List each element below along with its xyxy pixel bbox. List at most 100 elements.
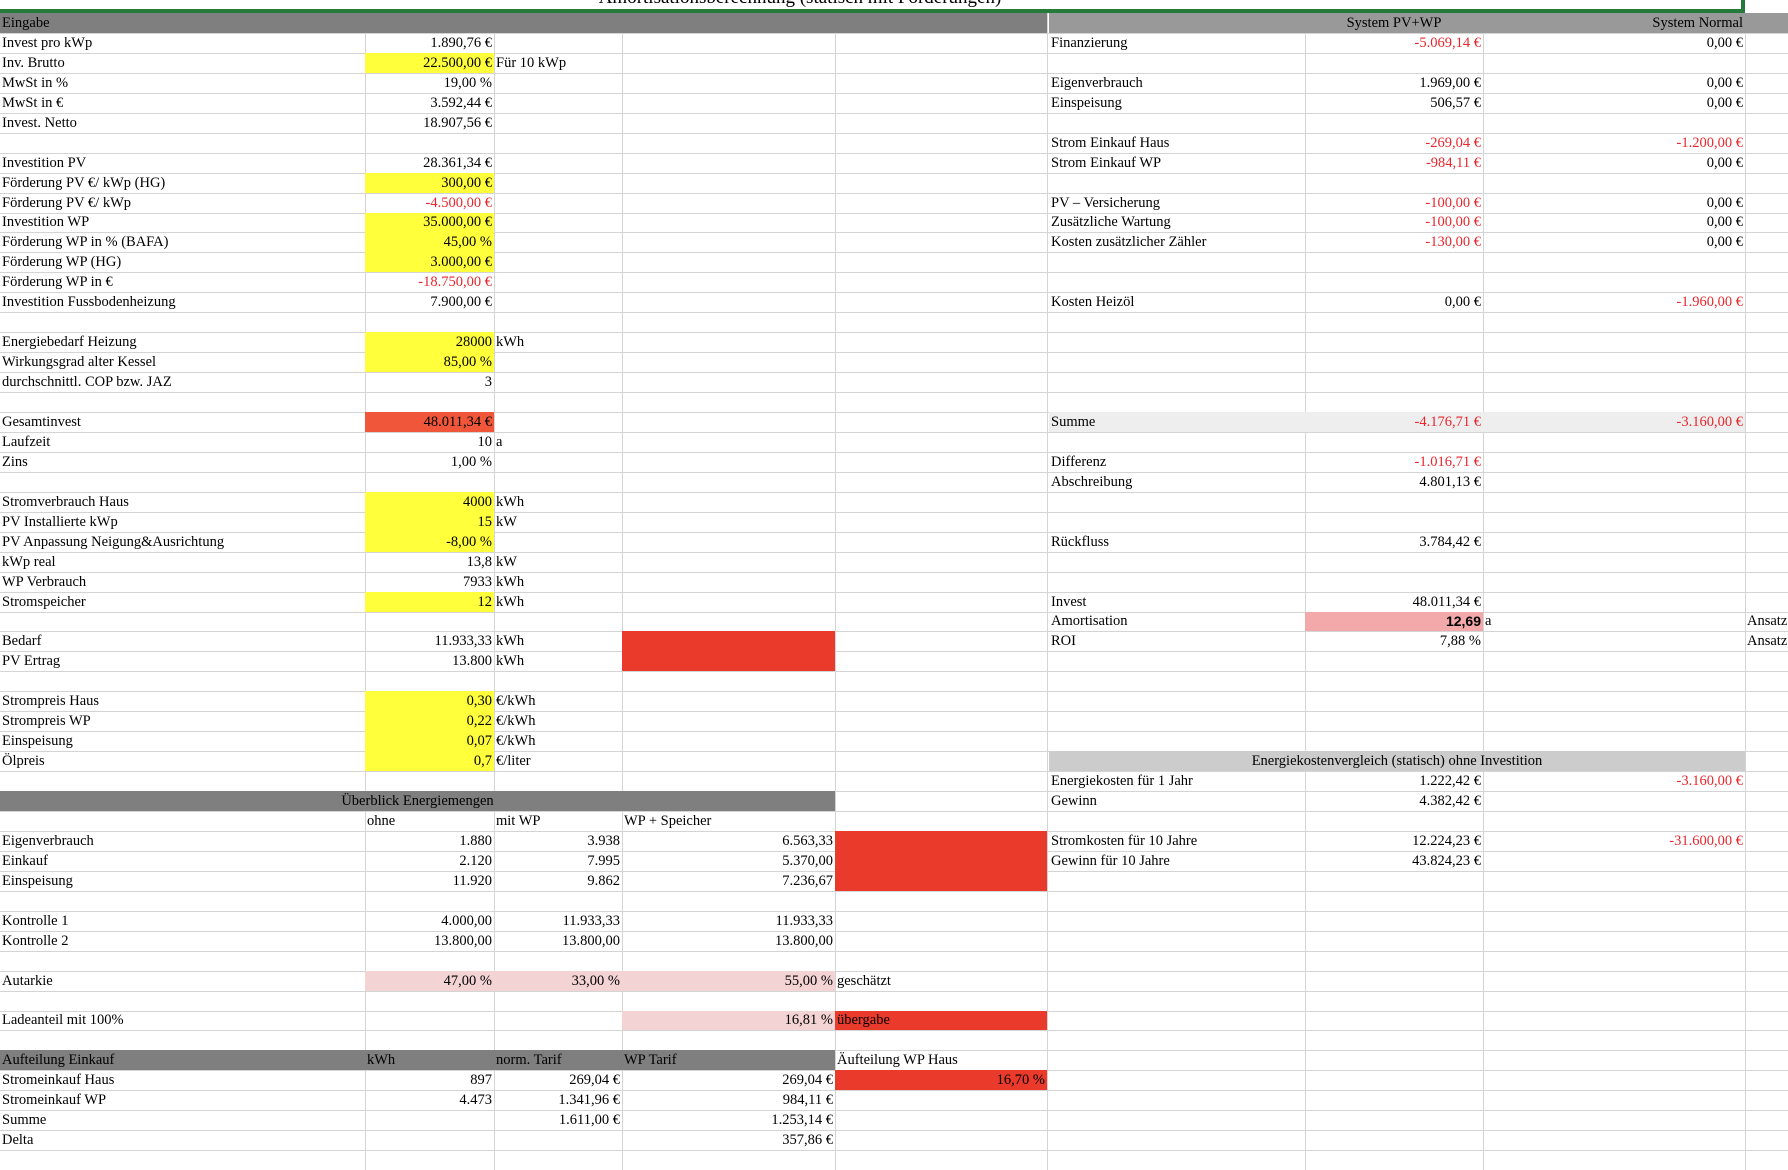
- cell-r0-c7[interactable]: System PV+WP: [1305, 13, 1483, 33]
- cell-r28-c2[interactable]: kWh: [494, 572, 622, 592]
- cell-r55-c2[interactable]: 1.611,00 €: [494, 1110, 622, 1130]
- cell-r0-c8[interactable]: System Normal: [1483, 13, 1745, 33]
- cell-r48-c3[interactable]: 55,00 %: [622, 971, 835, 991]
- cell-r9-c0[interactable]: Förderung PV €/ kWp: [0, 193, 365, 213]
- cell-r7-c7[interactable]: -984,11 €: [1305, 153, 1483, 173]
- cell-r39-c6[interactable]: Gewinn: [1049, 791, 1305, 811]
- cell-r26-c0[interactable]: PV Anpassung Neigung&Ausrichtung: [0, 532, 365, 552]
- cell-r7-c1[interactable]: 28.361,34 €: [365, 153, 494, 173]
- cell-r23-c6[interactable]: Abschreibung: [1049, 472, 1305, 492]
- cell-r53-c2[interactable]: 269,04 €: [494, 1070, 622, 1090]
- cell-r56-c3[interactable]: 357,86 €: [622, 1130, 835, 1150]
- cell-r52-c3[interactable]: WP Tarif: [622, 1050, 835, 1070]
- cell-r6-c8[interactable]: -1.200,00 €: [1483, 133, 1745, 153]
- cell-r48-c1[interactable]: 47,00 %: [365, 971, 494, 991]
- cell-r37-c0[interactable]: Ölpreis: [0, 751, 365, 771]
- cell-r1-c1[interactable]: 1.890,76 €: [365, 33, 494, 53]
- cell-r18-c0[interactable]: durchschnittl. COP bzw. JAZ: [0, 372, 365, 392]
- cell-r45-c3[interactable]: 11.933,33: [622, 911, 835, 931]
- cell-r10-c8[interactable]: 0,00 €: [1483, 213, 1745, 232]
- cell-r53-c1[interactable]: 897: [365, 1070, 494, 1090]
- cell-r35-c1[interactable]: 0,22: [365, 711, 494, 731]
- cell-r29-c6[interactable]: Invest: [1049, 592, 1305, 612]
- cell-r43-c2[interactable]: 9.862: [494, 871, 622, 891]
- cell-r52-c1[interactable]: kWh: [365, 1050, 494, 1070]
- cell-r3-c7[interactable]: 1.969,00 €: [1305, 73, 1483, 93]
- cell-r29-c7[interactable]: 48.011,34 €: [1305, 592, 1483, 612]
- cell-r29-c1[interactable]: 12: [365, 592, 494, 612]
- cell-r6-c7[interactable]: -269,04 €: [1305, 133, 1483, 153]
- cell-r36-c0[interactable]: Einspeisung: [0, 731, 365, 751]
- cell-r2-c1[interactable]: 22.500,00 €: [365, 53, 494, 73]
- cell-r14-c0[interactable]: Investition Fussbodenheizung: [0, 292, 365, 312]
- cell-r34-c1[interactable]: 0,30: [365, 691, 494, 711]
- cell-r56-c0[interactable]: Delta: [0, 1130, 365, 1150]
- cell-r4-c1[interactable]: 3.592,44 €: [365, 93, 494, 113]
- cell-r23-c7[interactable]: 4.801,13 €: [1305, 472, 1483, 492]
- cell-r31-c2[interactable]: kWh: [494, 631, 622, 651]
- cell-r54-c1[interactable]: 4.473: [365, 1090, 494, 1110]
- cell-r39-c0[interactable]: Überblick Energiemengen: [0, 791, 835, 811]
- cell-r16-c0[interactable]: Energiebedarf Heizung: [0, 332, 365, 352]
- cell-r1-c0[interactable]: Invest pro kWp: [0, 33, 365, 53]
- cell-r41-c1[interactable]: 1.880: [365, 831, 494, 851]
- cell-r53-c4[interactable]: 16,70 %: [835, 1070, 1047, 1090]
- cell-r3-c0[interactable]: MwSt in %: [0, 73, 365, 93]
- cell-r2-c2[interactable]: Für 10 kWp: [494, 53, 622, 73]
- cell-r42-c2[interactable]: 7.995: [494, 851, 622, 871]
- cell-r1-c8[interactable]: 0,00 €: [1483, 33, 1745, 53]
- cell-r28-c0[interactable]: WP Verbrauch: [0, 572, 365, 592]
- cell-r42-c0[interactable]: Einkauf: [0, 851, 365, 871]
- cell-r1-c7[interactable]: -5.069,14 €: [1305, 33, 1483, 53]
- cell-r50-c0[interactable]: Ladeanteil mit 100%: [0, 1011, 365, 1030]
- cell-r52-c2[interactable]: norm. Tarif: [494, 1050, 622, 1070]
- cell-r30-c8[interactable]: a: [1483, 612, 1523, 631]
- cell-r14-c8[interactable]: -1.960,00 €: [1483, 292, 1745, 312]
- cell-r35-c0[interactable]: Strompreis WP: [0, 711, 365, 731]
- cell-r43-c1[interactable]: 11.920: [365, 871, 494, 891]
- cell-r40-c2[interactable]: mit WP: [494, 811, 622, 831]
- cell-r42-c1[interactable]: 2.120: [365, 851, 494, 871]
- cell-r48-c4[interactable]: geschätzt: [835, 971, 1047, 991]
- cell-r29-c2[interactable]: kWh: [494, 592, 622, 612]
- cell-r41-c7[interactable]: 12.224,23 €: [1305, 831, 1483, 851]
- cell-r40-c3[interactable]: WP + Speicher: [622, 811, 835, 831]
- cell-r37-c6[interactable]: Energiekostenvergleich (statisch) ohne I…: [1049, 751, 1745, 771]
- cell-r40-c1[interactable]: ohne: [365, 811, 494, 831]
- cell-r46-c2[interactable]: 13.800,00: [494, 931, 622, 951]
- cell-r5-c0[interactable]: Invest. Netto: [0, 113, 365, 133]
- cell-r10-c1[interactable]: 35.000,00 €: [365, 213, 494, 232]
- cell-r24-c1[interactable]: 4000: [365, 492, 494, 512]
- cell-r41-c2[interactable]: 3.938: [494, 831, 622, 851]
- cell-r46-c3[interactable]: 13.800,00: [622, 931, 835, 951]
- cell-r17-c1[interactable]: 85,00 %: [365, 352, 494, 372]
- cell-r1-c6[interactable]: Finanzierung: [1049, 33, 1305, 53]
- cell-r41-c6[interactable]: Stromkosten für 10 Jahre: [1049, 831, 1305, 851]
- cell-r13-c0[interactable]: Förderung WP in €: [0, 272, 365, 292]
- cell-r22-c0[interactable]: Zins: [0, 452, 365, 472]
- cell-r53-c0[interactable]: Stromeinkauf Haus: [0, 1070, 365, 1090]
- cell-r20-c8[interactable]: -3.160,00 €: [1483, 412, 1745, 432]
- cell-r8-c1[interactable]: 300,00 €: [365, 173, 494, 193]
- cell-r31-c6[interactable]: ROI: [1049, 631, 1305, 651]
- cell-r25-c0[interactable]: PV Installierte kWp: [0, 512, 365, 532]
- cell-r41-c3[interactable]: 6.563,33: [622, 831, 835, 851]
- cell-r48-c2[interactable]: 33,00 %: [494, 971, 622, 991]
- cell-r42-c7[interactable]: 43.824,23 €: [1305, 851, 1483, 871]
- cell-r11-c8[interactable]: 0,00 €: [1483, 232, 1745, 252]
- cell-r9-c6[interactable]: PV – Versicherung: [1049, 193, 1305, 213]
- cell-r3-c6[interactable]: Eigenverbrauch: [1049, 73, 1305, 93]
- cell-r7-c0[interactable]: Investition PV: [0, 153, 365, 173]
- cell-r8-c0[interactable]: Förderung PV €/ kWp (HG): [0, 173, 365, 193]
- cell-r34-c2[interactable]: €/kWh: [494, 691, 622, 711]
- cell-r6-c6[interactable]: Strom Einkauf Haus: [1049, 133, 1305, 153]
- cell-r14-c1[interactable]: 7.900,00 €: [365, 292, 494, 312]
- cell-r41-c8[interactable]: -31.600,00 €: [1483, 831, 1745, 851]
- cell-r10-c6[interactable]: Zusätzliche Wartung: [1049, 213, 1305, 232]
- spreadsheet-grid[interactable]: Eingabe System PV+WP System Normal Invest p…: [0, 13, 1788, 1170]
- cell-r11-c1[interactable]: 45,00 %: [365, 232, 494, 252]
- cell-r54-c3[interactable]: 984,11 €: [622, 1090, 835, 1110]
- cell-r36-c2[interactable]: €/kWh: [494, 731, 622, 751]
- cell-r10-c0[interactable]: Investition WP: [0, 213, 365, 232]
- cell-r11-c0[interactable]: Förderung WP in % (BAFA): [0, 232, 365, 252]
